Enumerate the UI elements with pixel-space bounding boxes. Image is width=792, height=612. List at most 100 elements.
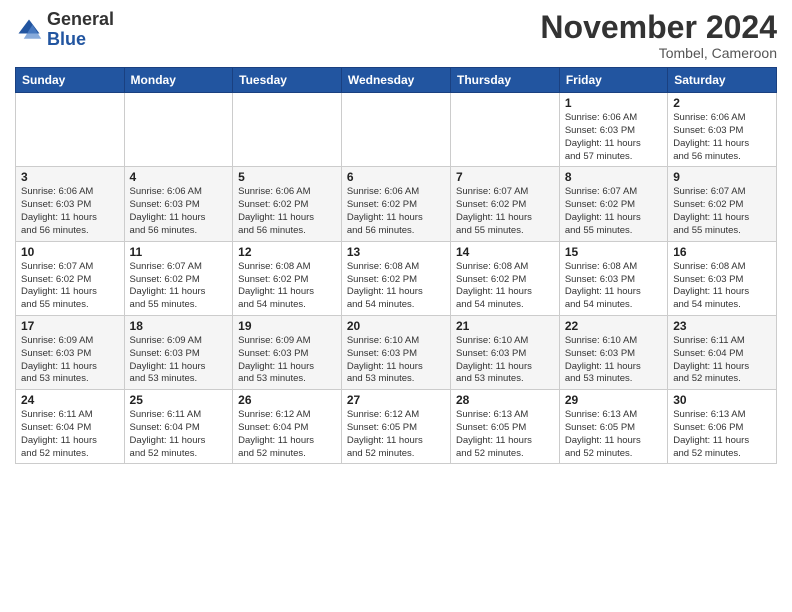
day-info: Sunrise: 6:06 AMSunset: 6:03 PMDaylight:… — [130, 186, 228, 237]
day-number: 24 — [21, 393, 119, 407]
day-number: 12 — [238, 245, 336, 259]
table-cell: 1 Sunrise: 6:06 AMSunset: 6:03 PMDaylight… — [559, 93, 667, 167]
location-subtitle: Tombel, Cameroon — [540, 45, 777, 61]
table-cell: 29 Sunrise: 6:13 AMSunset: 6:05 PMDayligh… — [559, 390, 667, 464]
day-info: Sunrise: 6:06 AMSunset: 6:03 PMDaylight:… — [673, 112, 771, 163]
header: General Blue November 2024 Tombel, Camer… — [15, 10, 777, 61]
day-info: Sunrise: 6:11 AMSunset: 6:04 PMDaylight:… — [673, 335, 771, 386]
day-info: Sunrise: 6:10 AMSunset: 6:03 PMDaylight:… — [456, 335, 554, 386]
day-number: 4 — [130, 170, 228, 184]
col-sunday: Sunday — [16, 68, 125, 93]
table-cell — [233, 93, 342, 167]
table-cell: 11Sunrise: 6:07 AMSunset: 6:02 PMDayligh… — [124, 241, 233, 315]
day-info: Sunrise: 6:09 AMSunset: 6:03 PMDaylight:… — [21, 335, 119, 386]
table-cell: 6 Sunrise: 6:06 AMSunset: 6:02 PMDaylight… — [341, 167, 450, 241]
day-number: 16 — [673, 245, 771, 259]
table-cell: 24 Sunrise: 6:11 AMSunset: 6:04 PMDayligh… — [16, 390, 125, 464]
col-thursday: Thursday — [451, 68, 560, 93]
table-cell: 30Sunrise: 6:13 AMSunset: 6:06 PMDayligh… — [668, 390, 777, 464]
table-cell: 3 Sunrise: 6:06 AMSunset: 6:03 PMDaylight… — [16, 167, 125, 241]
table-cell: 27Sunrise: 6:12 AMSunset: 6:05 PMDayligh… — [341, 390, 450, 464]
day-info: Sunrise: 6:07 AMSunset: 6:02 PMDaylight:… — [673, 186, 771, 237]
month-title: November 2024 — [540, 10, 777, 45]
table-cell: 4 Sunrise: 6:06 AMSunset: 6:03 PMDaylight… — [124, 167, 233, 241]
day-number: 1 — [565, 96, 662, 110]
day-number: 8 — [565, 170, 662, 184]
table-cell: 26Sunrise: 6:12 AMSunset: 6:04 PMDayligh… — [233, 390, 342, 464]
day-number: 11 — [130, 245, 228, 259]
day-number: 9 — [673, 170, 771, 184]
table-cell: 10 Sunrise: 6:07 AMSunset: 6:02 PMDayligh… — [16, 241, 125, 315]
day-info: Sunrise: 6:09 AMSunset: 6:03 PMDaylight:… — [130, 335, 228, 386]
day-number: 22 — [565, 319, 662, 333]
table-cell: 19 Sunrise: 6:09 AMSunset: 6:03 PMDayligh… — [233, 315, 342, 389]
day-number: 6 — [347, 170, 445, 184]
table-cell: 28 Sunrise: 6:13 AMSunset: 6:05 PMDayligh… — [451, 390, 560, 464]
table-cell — [451, 93, 560, 167]
day-info: Sunrise: 6:08 AMSunset: 6:03 PMDaylight:… — [565, 261, 662, 312]
day-info: Sunrise: 6:11 AMSunset: 6:04 PMDaylight:… — [21, 409, 119, 460]
day-info: Sunrise: 6:08 AMSunset: 6:02 PMDaylight:… — [238, 261, 336, 312]
page: General Blue November 2024 Tombel, Camer… — [0, 0, 792, 612]
table-cell: 9 Sunrise: 6:07 AMSunset: 6:02 PMDaylight… — [668, 167, 777, 241]
col-saturday: Saturday — [668, 68, 777, 93]
table-cell: 13Sunrise: 6:08 AMSunset: 6:02 PMDayligh… — [341, 241, 450, 315]
calendar-table: Sunday Monday Tuesday Wednesday Thursday… — [15, 67, 777, 464]
calendar-row-5: 24 Sunrise: 6:11 AMSunset: 6:04 PMDayligh… — [16, 390, 777, 464]
col-friday: Friday — [559, 68, 667, 93]
col-wednesday: Wednesday — [341, 68, 450, 93]
logo: General Blue — [15, 10, 114, 50]
day-number: 15 — [565, 245, 662, 259]
table-cell: 12 Sunrise: 6:08 AMSunset: 6:02 PMDayligh… — [233, 241, 342, 315]
table-cell: 7Sunrise: 6:07 AMSunset: 6:02 PMDaylight… — [451, 167, 560, 241]
calendar-row-2: 3 Sunrise: 6:06 AMSunset: 6:03 PMDaylight… — [16, 167, 777, 241]
day-number: 27 — [347, 393, 445, 407]
day-number: 17 — [21, 319, 119, 333]
day-number: 18 — [130, 319, 228, 333]
day-info: Sunrise: 6:09 AMSunset: 6:03 PMDaylight:… — [238, 335, 336, 386]
day-number: 19 — [238, 319, 336, 333]
col-tuesday: Tuesday — [233, 68, 342, 93]
day-info: Sunrise: 6:06 AMSunset: 6:03 PMDaylight:… — [21, 186, 119, 237]
day-number: 25 — [130, 393, 228, 407]
table-cell: 5Sunrise: 6:06 AMSunset: 6:02 PMDaylight… — [233, 167, 342, 241]
day-number: 10 — [21, 245, 119, 259]
logo-icon — [15, 16, 43, 44]
table-cell: 18 Sunrise: 6:09 AMSunset: 6:03 PMDayligh… — [124, 315, 233, 389]
logo-text: General Blue — [47, 10, 114, 50]
calendar-row-1: 1 Sunrise: 6:06 AMSunset: 6:03 PMDaylight… — [16, 93, 777, 167]
title-block: November 2024 Tombel, Cameroon — [540, 10, 777, 61]
day-info: Sunrise: 6:13 AMSunset: 6:06 PMDaylight:… — [673, 409, 771, 460]
day-info: Sunrise: 6:06 AMSunset: 6:02 PMDaylight:… — [238, 186, 336, 237]
day-info: Sunrise: 6:06 AMSunset: 6:03 PMDaylight:… — [565, 112, 662, 163]
calendar-header-row: Sunday Monday Tuesday Wednesday Thursday… — [16, 68, 777, 93]
day-number: 28 — [456, 393, 554, 407]
table-cell: 21Sunrise: 6:10 AMSunset: 6:03 PMDayligh… — [451, 315, 560, 389]
table-cell: 22 Sunrise: 6:10 AMSunset: 6:03 PMDayligh… — [559, 315, 667, 389]
table-cell — [16, 93, 125, 167]
day-info: Sunrise: 6:08 AMSunset: 6:02 PMDaylight:… — [347, 261, 445, 312]
day-info: Sunrise: 6:07 AMSunset: 6:02 PMDaylight:… — [21, 261, 119, 312]
day-info: Sunrise: 6:07 AMSunset: 6:02 PMDaylight:… — [565, 186, 662, 237]
day-info: Sunrise: 6:06 AMSunset: 6:02 PMDaylight:… — [347, 186, 445, 237]
day-info: Sunrise: 6:11 AMSunset: 6:04 PMDaylight:… — [130, 409, 228, 460]
col-monday: Monday — [124, 68, 233, 93]
table-cell: 17 Sunrise: 6:09 AMSunset: 6:03 PMDayligh… — [16, 315, 125, 389]
table-cell: 25 Sunrise: 6:11 AMSunset: 6:04 PMDayligh… — [124, 390, 233, 464]
day-info: Sunrise: 6:13 AMSunset: 6:05 PMDaylight:… — [456, 409, 554, 460]
day-info: Sunrise: 6:12 AMSunset: 6:04 PMDaylight:… — [238, 409, 336, 460]
table-cell: 8 Sunrise: 6:07 AMSunset: 6:02 PMDaylight… — [559, 167, 667, 241]
logo-general: General — [47, 9, 114, 29]
day-info: Sunrise: 6:07 AMSunset: 6:02 PMDaylight:… — [456, 186, 554, 237]
day-number: 2 — [673, 96, 771, 110]
table-cell: 16Sunrise: 6:08 AMSunset: 6:03 PMDayligh… — [668, 241, 777, 315]
table-cell — [341, 93, 450, 167]
day-number: 23 — [673, 319, 771, 333]
day-number: 3 — [21, 170, 119, 184]
day-info: Sunrise: 6:10 AMSunset: 6:03 PMDaylight:… — [565, 335, 662, 386]
day-info: Sunrise: 6:13 AMSunset: 6:05 PMDaylight:… — [565, 409, 662, 460]
day-number: 29 — [565, 393, 662, 407]
day-info: Sunrise: 6:10 AMSunset: 6:03 PMDaylight:… — [347, 335, 445, 386]
table-cell: 20Sunrise: 6:10 AMSunset: 6:03 PMDayligh… — [341, 315, 450, 389]
day-number: 14 — [456, 245, 554, 259]
